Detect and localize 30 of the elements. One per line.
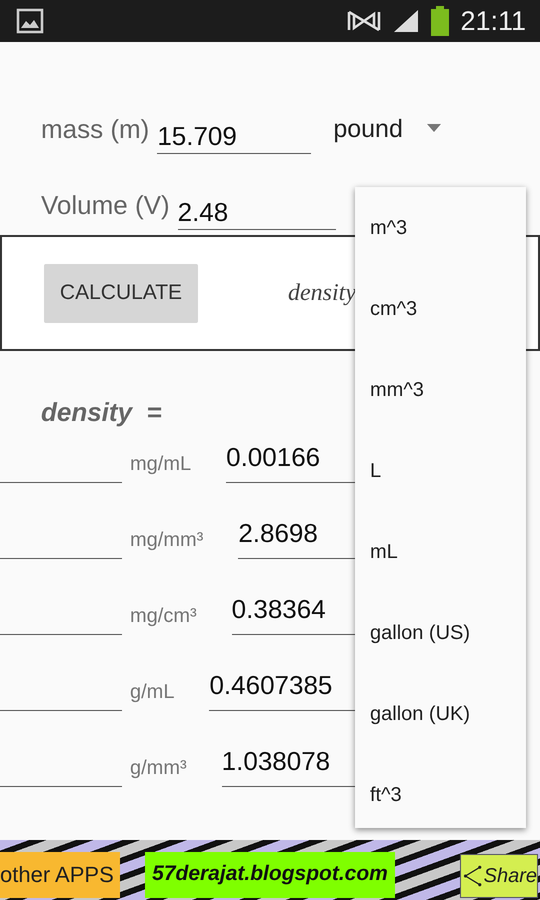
battery-icon [430,6,450,36]
unit-label: mg/mm³ [130,528,204,553]
unit-label: mg/cm³ [130,604,197,629]
signal-icon [392,8,420,34]
picture-icon [16,8,44,34]
unit-label: g/mm³ [130,756,187,781]
formula-text: density [288,280,356,306]
input-field[interactable]: 2.48 [178,197,336,230]
field-label: Volume (V) [41,190,170,220]
menu-item[interactable]: L [355,431,526,512]
menu-item[interactable]: m^3 [355,188,526,269]
menu-item[interactable]: ft^3 [355,755,526,836]
share-button[interactable]: Share [460,854,538,898]
unit-dropdown[interactable]: pound [333,114,441,144]
clock-time: 21:11 [460,6,526,36]
menu-item[interactable]: gallon (US) [355,593,526,674]
field-label: mass (m) [41,114,150,144]
mute-icon [346,8,382,34]
website-link[interactable]: 57derajat.blogspot.com [145,852,395,898]
menu-item[interactable]: mL [355,512,526,593]
menu-item[interactable]: mm^3 [355,350,526,431]
unit-label: mg/mL [130,452,192,477]
menu-item[interactable]: gallon (UK) [355,674,526,755]
calculate-button[interactable]: CALCULATE [44,264,198,322]
caret-icon [426,124,441,134]
input-field[interactable]: 15.709 [157,121,312,154]
unit-label: g/mL [130,680,174,705]
result-heading: density = [41,397,162,429]
menu-item[interactable]: cm^3 [355,269,526,350]
other-apps-button[interactable]: other APPS [0,852,120,898]
